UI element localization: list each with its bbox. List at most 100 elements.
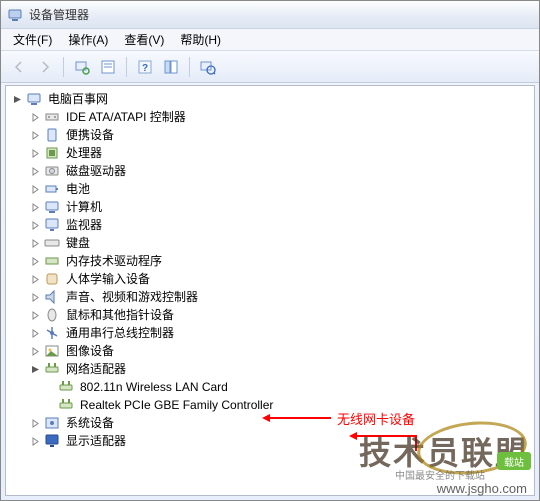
expand-icon[interactable]: [28, 434, 42, 448]
expand-icon[interactable]: [28, 110, 42, 124]
device-tree: 电脑百事网 IDE ATA/ATAPI 控制器便携设备处理器磁盘驱动器电池计算机…: [6, 90, 534, 450]
tree-category[interactable]: 便携设备: [6, 126, 534, 144]
tree-category[interactable]: 图像设备: [6, 342, 534, 360]
display-icon: [44, 433, 60, 449]
tree-category[interactable]: 电池: [6, 180, 534, 198]
tree-category[interactable]: 内存技术驱动程序: [6, 252, 534, 270]
cpu-icon: [44, 145, 60, 161]
expand-icon[interactable]: [28, 200, 42, 214]
sound-icon: [44, 289, 60, 305]
monitor-icon: [44, 217, 60, 233]
menu-help[interactable]: 帮助(H): [172, 29, 229, 50]
refresh-button[interactable]: [196, 55, 220, 79]
expand-icon[interactable]: [28, 146, 42, 160]
tree-category-label: 处理器: [64, 144, 104, 162]
scan-hardware-button[interactable]: [70, 55, 94, 79]
forward-button: [33, 55, 57, 79]
tree-category-label: 鼠标和其他指针设备: [64, 306, 176, 324]
tree-category[interactable]: 鼠标和其他指针设备: [6, 306, 534, 324]
annotation-arrow: [415, 435, 417, 451]
expand-icon[interactable]: [28, 344, 42, 358]
tree-category-label: 显示适配器: [64, 432, 128, 450]
keyboard-icon: [44, 235, 60, 251]
back-button: [7, 55, 31, 79]
computer-icon: [26, 91, 42, 107]
expand-icon[interactable]: [28, 182, 42, 196]
properties-button[interactable]: [96, 55, 120, 79]
menu-view[interactable]: 查看(V): [116, 29, 172, 50]
expand-icon[interactable]: [28, 416, 42, 430]
tree-category-label: 监视器: [64, 216, 104, 234]
mouse-icon: [44, 307, 60, 323]
menu-file[interactable]: 文件(F): [5, 29, 60, 50]
portable-icon: [44, 127, 60, 143]
tree-category-label: 人体学输入设备: [64, 270, 152, 288]
toolbar-separator: [189, 57, 190, 77]
network-card-icon: [58, 397, 74, 413]
view-mode-button[interactable]: [159, 55, 183, 79]
collapse-icon[interactable]: [28, 362, 42, 376]
help-button[interactable]: ?: [133, 55, 157, 79]
annotation-label: 无线网卡设备: [337, 409, 415, 428]
hid-icon: [44, 271, 60, 287]
window-title: 设备管理器: [29, 6, 89, 23]
tree-category-label: 声音、视频和游戏控制器: [64, 288, 200, 306]
tree-root-label: 电脑百事网: [46, 90, 110, 108]
tree-root[interactable]: 电脑百事网: [6, 90, 534, 108]
tree-category-label: 系统设备: [64, 414, 116, 432]
expand-icon[interactable]: [28, 128, 42, 142]
tree-category[interactable]: 声音、视频和游戏控制器: [6, 288, 534, 306]
tree-category[interactable]: 处理器: [6, 144, 534, 162]
computer-icon: [44, 199, 60, 215]
ide-icon: [44, 109, 60, 125]
image-icon: [44, 343, 60, 359]
tree-category[interactable]: 系统设备: [6, 414, 534, 432]
tree-device-ethernet[interactable]: Realtek PCIe GBE Family Controller: [6, 396, 534, 414]
usb-icon: [44, 325, 60, 341]
device-manager-window: 设备管理器 文件(F) 操作(A) 查看(V) 帮助(H): [0, 0, 540, 501]
expand-icon[interactable]: [28, 308, 42, 322]
expand-icon[interactable]: [28, 290, 42, 304]
collapse-icon[interactable]: [10, 92, 24, 106]
disk-icon: [44, 163, 60, 179]
tree-category-label: 计算机: [64, 198, 104, 216]
expand-icon[interactable]: [28, 272, 42, 286]
app-icon: [7, 7, 23, 23]
tree-category-label: 键盘: [64, 234, 92, 252]
network-card-icon: [58, 379, 74, 395]
tree-category[interactable]: 键盘: [6, 234, 534, 252]
menu-action[interactable]: 操作(A): [60, 29, 116, 50]
svg-text:?: ?: [142, 63, 148, 74]
tree-category[interactable]: 监视器: [6, 216, 534, 234]
device-tree-pane: 电脑百事网 IDE ATA/ATAPI 控制器便携设备处理器磁盘驱动器电池计算机…: [5, 85, 535, 496]
expand-icon[interactable]: [28, 164, 42, 178]
tree-category[interactable]: IDE ATA/ATAPI 控制器: [6, 108, 534, 126]
tree-category[interactable]: 通用串行总线控制器: [6, 324, 534, 342]
expand-icon[interactable]: [28, 236, 42, 250]
expand-icon[interactable]: [28, 218, 42, 232]
toolbar-separator: [126, 57, 127, 77]
battery-icon: [44, 181, 60, 197]
toolbar: ?: [1, 51, 539, 83]
tree-category-label: 磁盘驱动器: [64, 162, 128, 180]
tree-category-label: IDE ATA/ATAPI 控制器: [64, 108, 188, 126]
titlebar: 设备管理器: [1, 1, 539, 29]
tree-category[interactable]: 计算机: [6, 198, 534, 216]
tree-category-label: 网络适配器: [64, 360, 128, 378]
system-icon: [44, 415, 60, 431]
toolbar-separator: [63, 57, 64, 77]
tree-category-label: 通用串行总线控制器: [64, 324, 176, 342]
menubar: 文件(F) 操作(A) 查看(V) 帮助(H): [1, 29, 539, 51]
tree-category-label: 便携设备: [64, 126, 116, 144]
tree-category[interactable]: 磁盘驱动器: [6, 162, 534, 180]
expand-icon[interactable]: [28, 326, 42, 340]
tree-category[interactable]: 显示适配器: [6, 432, 534, 450]
tree-device-label: Realtek PCIe GBE Family Controller: [78, 396, 275, 414]
tree-category-network[interactable]: 网络适配器: [6, 360, 534, 378]
tree-device-label: 802.11n Wireless LAN Card: [78, 378, 230, 396]
memory-icon: [44, 253, 60, 269]
tree-category[interactable]: 人体学输入设备: [6, 270, 534, 288]
expand-icon[interactable]: [28, 254, 42, 268]
tree-category-label: 内存技术驱动程序: [64, 252, 164, 270]
tree-device-wifi[interactable]: 802.11n Wireless LAN Card: [6, 378, 534, 396]
